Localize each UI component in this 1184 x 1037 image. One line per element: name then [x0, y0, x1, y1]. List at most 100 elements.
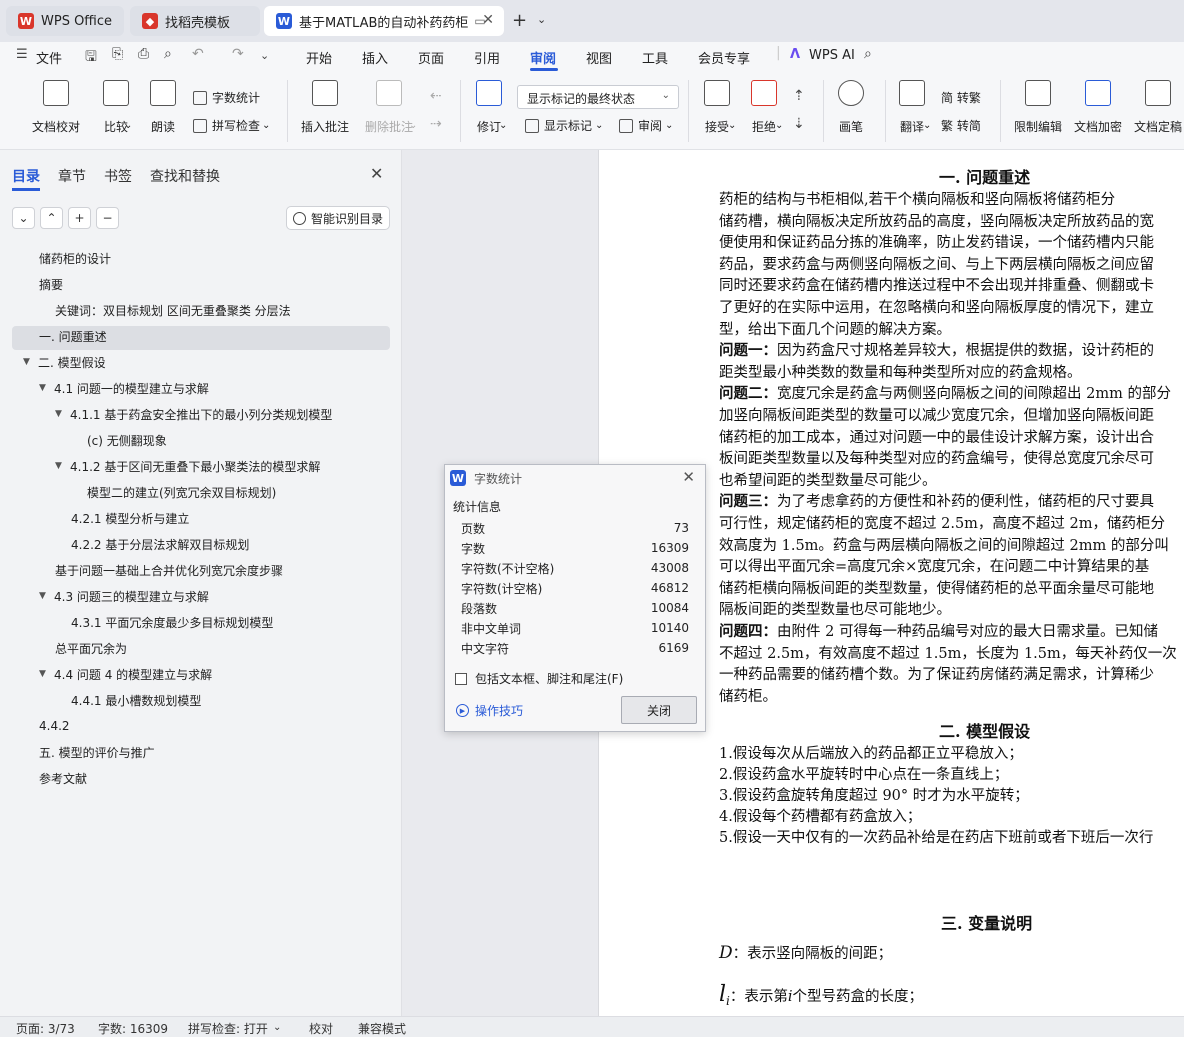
insert-comment-button[interactable]: 插入批注	[293, 80, 357, 135]
undo-icon[interactable]: ↶	[192, 46, 204, 62]
expand-triangle-icon[interactable]: ▼	[55, 461, 63, 471]
toc-item[interactable]: ▼ 4.1.1 基于药盒安全推出下的最小列分类规划模型	[55, 402, 332, 426]
reject-button[interactable]: 拒绝	[732, 80, 796, 135]
toc-item[interactable]: 4.2.2 基于分层法求解双目标规划	[71, 532, 249, 556]
next-change-icon[interactable]: ⇣	[793, 116, 805, 132]
revise-button[interactable]: 修订	[457, 80, 521, 135]
tab-document[interactable]: W 基于MATLAB的自动补药药柜 ▭ ✕	[264, 6, 504, 36]
expand-triangle-icon[interactable]: ▼	[39, 591, 47, 601]
spell-check-indicator[interactable]: 拼写检查: 打开	[188, 1020, 268, 1037]
word-count-button[interactable]: 字数统计	[193, 89, 260, 106]
toc-item[interactable]: 4.2.1 模型分析与建立	[71, 506, 189, 530]
toc-item[interactable]: 模型二的建立(列宽冗余双目标规划)	[87, 480, 276, 504]
print-icon[interactable]: ⎙	[138, 46, 149, 62]
toc-item[interactable]: ▼ 二. 模型假设	[23, 350, 106, 374]
toc-item[interactable]: 五. 模型的评价与推广	[39, 740, 155, 764]
proofread-indicator[interactable]: 校对	[309, 1020, 333, 1037]
chevron-down-icon[interactable]: ⌄	[262, 120, 270, 131]
print-preview-icon[interactable]: ⌕	[164, 46, 172, 62]
toc-item[interactable]: 总平面冗余为	[55, 636, 127, 660]
tab-docer-templates[interactable]: ◆ 找稻壳模板	[130, 6, 260, 36]
chevron-down-icon[interactable]: ⌄	[923, 120, 931, 131]
close-tab-icon[interactable]: ✕	[482, 12, 494, 28]
markup-state-select[interactable]: 显示标记的最终状态 ⌄	[517, 85, 679, 109]
hamburger-icon[interactable]: ☰	[16, 47, 28, 62]
toc-item[interactable]: 参考文献	[39, 766, 87, 790]
tab-wps-office[interactable]: W WPS Office	[6, 6, 124, 36]
toc-item[interactable]: ▼ 4.4 问题 4 的模型建立与求解	[39, 662, 212, 686]
remove-heading-button[interactable]: −	[96, 207, 119, 229]
tab-toc[interactable]: 目录	[12, 166, 40, 186]
chevron-down-icon[interactable]: ⌄	[775, 120, 783, 131]
chevron-down-icon[interactable]: ⌄	[537, 13, 546, 26]
page-indicator[interactable]: 页面: 3/73	[16, 1020, 75, 1037]
expand-triangle-icon[interactable]: ▼	[39, 669, 47, 679]
word-count-indicator[interactable]: 字数: 16309	[98, 1020, 168, 1037]
export-icon[interactable]: ⎘	[112, 46, 123, 62]
search-icon[interactable]: ⌕	[864, 46, 872, 62]
smart-toc-button[interactable]: 智能识别目录	[286, 206, 390, 230]
add-heading-button[interactable]: +	[68, 207, 91, 229]
toc-item[interactable]: 4.3.1 平面冗余度最少多目标规划模型	[71, 610, 273, 634]
close-icon[interactable]: ✕	[682, 468, 695, 486]
menu-view[interactable]: 视图	[586, 48, 612, 67]
toc-item[interactable]: ▼ 4.1.2 基于区间无重叠下最小聚类法的模型求解	[55, 454, 320, 478]
expand-triangle-icon[interactable]: ▼	[55, 409, 63, 419]
dialog-titlebar[interactable]: W 字数统计 ✕	[445, 465, 705, 491]
toc-item[interactable]: ▼ 4.3 问题三的模型建立与求解	[39, 584, 209, 608]
toc-item[interactable]: 4.4.2	[39, 714, 70, 738]
next-comment-icon[interactable]: ⇢	[430, 116, 442, 132]
to-simplified-button[interactable]: 繁 转简	[941, 117, 981, 134]
collapse-all-button[interactable]: ⌄	[12, 207, 35, 229]
doc-encrypt-button[interactable]: 文档加密	[1066, 80, 1130, 135]
read-aloud-button[interactable]: 朗读	[131, 80, 195, 135]
chevron-down-icon[interactable]: ⌄	[273, 1022, 281, 1033]
chevron-down-icon[interactable]: ⌄	[728, 120, 736, 131]
menu-tools[interactable]: 工具	[642, 48, 668, 67]
menu-start[interactable]: 开始	[306, 48, 332, 67]
menu-wps-ai[interactable]: WPS AI	[809, 48, 855, 63]
save-icon[interactable]: 🖫	[85, 46, 97, 70]
translate-button[interactable]: 翻译	[880, 80, 944, 135]
new-tab-button[interactable]: +	[512, 10, 527, 31]
chevron-down-icon[interactable]: ⌄	[409, 120, 417, 131]
menu-insert[interactable]: 插入	[362, 48, 388, 67]
toc-item[interactable]: (c) 无侧翻现象	[87, 428, 167, 452]
toc-item[interactable]: 储药柜的设计	[39, 246, 111, 270]
show-markup-button[interactable]: 显示标记	[525, 117, 592, 134]
expand-triangle-icon[interactable]: ▼	[23, 357, 31, 367]
pen-button[interactable]: 画笔	[819, 80, 883, 135]
toc-item[interactable]: 4.4.1 最小槽数规划模型	[71, 688, 201, 712]
close-button[interactable]: 关闭	[621, 696, 697, 724]
chevron-down-icon[interactable]: ⌄	[124, 120, 132, 131]
expand-triangle-icon[interactable]: ▼	[39, 383, 47, 393]
menu-page[interactable]: 页面	[418, 48, 444, 67]
menu-member[interactable]: 会员专享	[698, 48, 750, 67]
wps-ai-icon[interactable]: Ʌ	[790, 47, 800, 62]
chevron-down-icon[interactable]: ⌄	[595, 120, 603, 131]
tab-bookmarks[interactable]: 书签	[104, 166, 132, 186]
include-textbox-checkbox[interactable]: 包括文本框、脚注和尾注(F)	[455, 670, 623, 687]
doc-finalize-button[interactable]: 文档定稿	[1126, 80, 1184, 135]
menu-reference[interactable]: 引用	[474, 48, 500, 67]
spell-check-button[interactable]: 拼写检查	[193, 117, 260, 134]
toc-item[interactable]: 一. 问题重述	[39, 324, 107, 348]
chevron-down-icon[interactable]: ⌄	[260, 49, 269, 62]
toc-item[interactable]: 基于问题一基础上合并优化列宽冗余度步骤	[55, 558, 283, 582]
close-icon[interactable]: ✕	[370, 164, 383, 183]
tips-link[interactable]: ▶ 操作技巧	[456, 702, 523, 719]
tab-sections[interactable]: 章节	[58, 166, 86, 186]
toc-item[interactable]: ▼ 4.1 问题一的模型建立与求解	[39, 376, 209, 400]
to-traditional-button[interactable]: 简 转繁	[941, 89, 981, 106]
restrict-edit-button[interactable]: 限制编辑	[1006, 80, 1070, 135]
tab-find-replace[interactable]: 查找和替换	[150, 166, 220, 186]
previous-change-icon[interactable]: ⇡	[793, 88, 805, 104]
chevron-down-icon[interactable]: ⌄	[665, 120, 673, 131]
toc-item[interactable]: 摘要	[39, 272, 63, 296]
menu-file[interactable]: 文件	[36, 48, 62, 67]
menu-review[interactable]: 审阅	[530, 48, 556, 67]
redo-icon[interactable]: ↷	[232, 46, 244, 62]
previous-comment-icon[interactable]: ⇠	[430, 88, 442, 104]
chevron-down-icon[interactable]: ⌄	[499, 120, 507, 131]
review-pane-button[interactable]: 审阅	[619, 117, 662, 134]
